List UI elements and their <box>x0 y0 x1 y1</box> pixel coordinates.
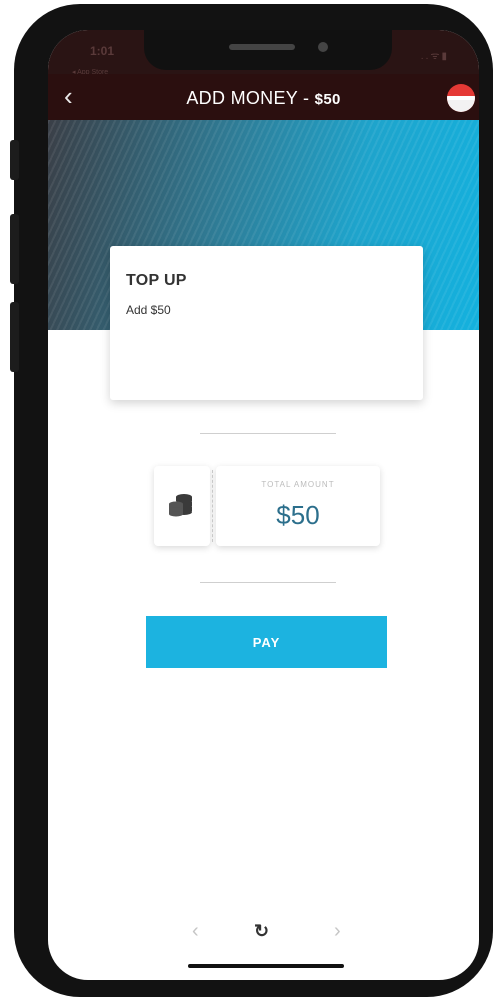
card-subtitle: Add $50 <box>126 303 171 317</box>
topup-card: TOP UP Add $50 <box>110 246 423 400</box>
home-indicator[interactable] <box>188 964 344 968</box>
brand-logo-icon[interactable] <box>447 84 475 112</box>
pay-button[interactable]: PAY <box>146 616 387 668</box>
coins-icon <box>169 494 192 517</box>
nav-prev-icon[interactable]: ‹ <box>192 918 199 944</box>
total-amount-label: TOTAL AMOUNT <box>261 480 335 489</box>
total-amount-value: $50 <box>276 500 320 530</box>
side-button-mute <box>10 140 19 180</box>
browser-bottom-nav: ‹ ↻ › <box>48 918 479 948</box>
divider-bottom <box>200 582 336 583</box>
ticket-icon-stub <box>154 466 210 546</box>
phone-screen: 1:01 ◂ App Store ..ᯤ▮ ‹ ADD MONEY - $50 … <box>48 30 479 980</box>
brand-logo-lower <box>447 100 475 112</box>
app-header: ‹ ADD MONEY - $50 <box>48 74 479 120</box>
page-title: ADD MONEY - $50 <box>48 88 479 109</box>
divider-top <box>200 433 336 434</box>
card-title: TOP UP <box>126 272 187 289</box>
speaker-grille <box>229 44 295 50</box>
status-icons: ..ᯤ▮ <box>420 51 449 62</box>
camera-notch <box>144 30 392 70</box>
brand-logo-stripe <box>447 96 475 100</box>
nav-next-icon[interactable]: › <box>334 918 341 944</box>
status-time: 1:01 <box>90 44 115 58</box>
side-button-volume-down <box>10 302 19 372</box>
reload-icon[interactable]: ↻ <box>254 918 269 944</box>
side-button-volume-up <box>10 214 19 284</box>
camera-icon <box>318 42 328 52</box>
page-title-text: ADD MONEY - <box>186 88 315 108</box>
ticket-perforation <box>212 470 213 542</box>
total-amount-box: TOTAL AMOUNT $50 <box>216 466 380 546</box>
status-bar: 1:01 ◂ App Store ..ᯤ▮ <box>48 30 479 76</box>
page-title-amount: $50 <box>314 91 341 108</box>
